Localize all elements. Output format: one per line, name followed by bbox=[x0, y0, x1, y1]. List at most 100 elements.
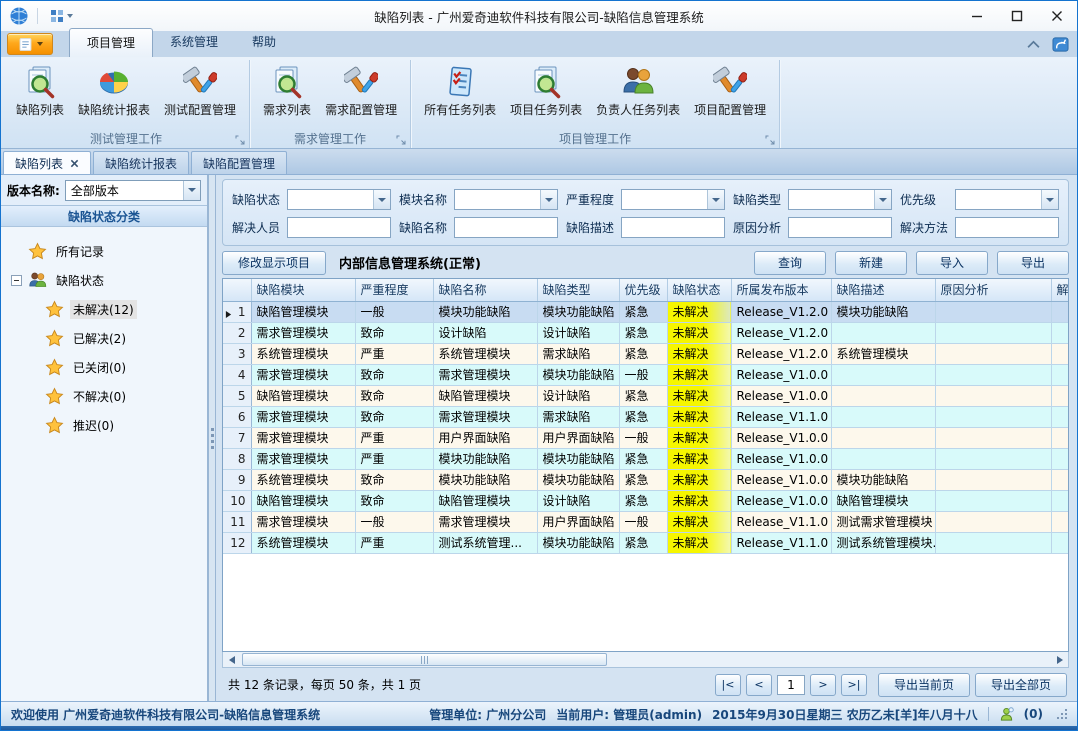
new-button[interactable]: 新建 bbox=[835, 251, 907, 275]
page-number-input[interactable] bbox=[777, 675, 805, 695]
table-row[interactable]: 4需求管理模块致命需求管理模块模块功能缺陷一般未解决Release_V1.0.0 bbox=[223, 364, 1069, 385]
prev-page-button[interactable]: < bbox=[746, 674, 772, 696]
scrollbar-track[interactable] bbox=[240, 652, 1051, 667]
query-button[interactable]: 查询 bbox=[754, 251, 826, 275]
ribbon-button[interactable]: 项目配置管理 bbox=[687, 63, 773, 120]
table-row[interactable]: 7需求管理模块严重用户界面缺陷用户界面缺陷一般未解决Release_V1.0.0 bbox=[223, 427, 1069, 448]
help-icon[interactable] bbox=[1052, 36, 1069, 53]
quick-access-dropdown-icon[interactable] bbox=[67, 14, 73, 18]
grid-column-header[interactable]: 缺陷类型 bbox=[537, 279, 619, 301]
modify-columns-button[interactable]: 修改显示项目 bbox=[222, 251, 326, 275]
grid-column-header[interactable]: 缺陷名称 bbox=[433, 279, 537, 301]
tree-node[interactable]: 已关闭(0) bbox=[11, 353, 205, 382]
grid-column-header[interactable]: 严重程度 bbox=[355, 279, 433, 301]
grid-column-header[interactable]: 解决方法 bbox=[1051, 279, 1069, 301]
maximize-button[interactable] bbox=[997, 1, 1037, 31]
filter-input[interactable] bbox=[287, 217, 391, 238]
ribbon-button[interactable]: 测试配置管理 bbox=[157, 63, 243, 120]
resize-grip[interactable] bbox=[1057, 709, 1067, 719]
filter-text-input[interactable] bbox=[956, 218, 1058, 237]
dialog-launcher-icon[interactable] bbox=[395, 134, 406, 145]
document-tab[interactable]: 缺陷列表 bbox=[3, 151, 91, 174]
export-all-pages-button[interactable]: 导出全部页 bbox=[975, 673, 1067, 697]
last-page-button[interactable]: >| bbox=[841, 674, 867, 696]
ribbon-button[interactable]: 缺陷统计报表 bbox=[71, 63, 157, 120]
document-tab[interactable]: 缺陷统计报表 bbox=[93, 151, 189, 174]
close-button[interactable] bbox=[1037, 1, 1077, 31]
grid-column-header[interactable]: 原因分析 bbox=[935, 279, 1051, 301]
table-row[interactable]: 2需求管理模块致命设计缺陷设计缺陷紧急未解决Release_V1.2.0 bbox=[223, 322, 1069, 343]
filter-text-input[interactable] bbox=[455, 218, 557, 237]
filter-text-input[interactable] bbox=[622, 190, 707, 209]
collapse-ribbon-icon[interactable] bbox=[1027, 40, 1040, 49]
ribbon-button[interactable]: 所有任务列表 bbox=[417, 63, 503, 120]
dialog-launcher-icon[interactable] bbox=[764, 134, 775, 145]
table-row[interactable]: 8需求管理模块严重模块功能缺陷模块功能缺陷紧急未解决Release_V1.0.0 bbox=[223, 448, 1069, 469]
table-row[interactable]: 1缺陷管理模块一般模块功能缺陷模块功能缺陷紧急未解决Release_V1.2.0… bbox=[223, 301, 1069, 322]
dropdown-arrow-icon[interactable] bbox=[373, 190, 390, 209]
filter-text-input[interactable] bbox=[789, 190, 874, 209]
next-page-button[interactable]: > bbox=[810, 674, 836, 696]
table-row[interactable]: 12系统管理模块严重测试系统管理...模块功能缺陷紧急未解决Release_V1… bbox=[223, 532, 1069, 553]
version-dropdown-icon[interactable] bbox=[183, 181, 200, 200]
tree-node[interactable]: 已解决(2) bbox=[11, 324, 205, 353]
filter-input[interactable] bbox=[454, 217, 558, 238]
ribbon-tab[interactable]: 系统管理 bbox=[153, 28, 235, 57]
filter-text-input[interactable] bbox=[956, 190, 1041, 209]
panel-splitter[interactable] bbox=[208, 175, 216, 701]
filter-text-input[interactable] bbox=[622, 218, 724, 237]
ribbon-tab[interactable]: 帮助 bbox=[235, 28, 293, 57]
filter-text-input[interactable] bbox=[288, 190, 373, 209]
grid-column-header[interactable]: 缺陷状态 bbox=[667, 279, 731, 301]
grid-column-header[interactable]: 所属发布版本 bbox=[731, 279, 831, 301]
first-page-button[interactable]: |< bbox=[715, 674, 741, 696]
filter-input[interactable] bbox=[955, 217, 1059, 238]
scroll-left-icon[interactable] bbox=[223, 652, 240, 667]
tree-node[interactable]: 所有记录 bbox=[11, 237, 205, 266]
filter-combo[interactable] bbox=[788, 189, 892, 210]
dialog-launcher-icon[interactable] bbox=[234, 134, 245, 145]
tree-node[interactable]: 未解决(12) bbox=[11, 295, 205, 324]
tree-node[interactable]: 不解决(0) bbox=[11, 382, 205, 411]
table-row[interactable]: 6需求管理模块致命需求管理模块需求缺陷紧急未解决Release_V1.1.0 bbox=[223, 406, 1069, 427]
ribbon-tab[interactable]: 项目管理 bbox=[69, 28, 153, 57]
dropdown-arrow-icon[interactable] bbox=[707, 190, 724, 209]
scroll-right-icon[interactable] bbox=[1051, 652, 1068, 667]
filter-combo[interactable] bbox=[454, 189, 558, 210]
messages-person-icon[interactable] bbox=[999, 707, 1014, 722]
minimize-button[interactable] bbox=[957, 1, 997, 31]
table-row[interactable]: 11需求管理模块一般需求管理模块用户界面缺陷一般未解决Release_V1.1.… bbox=[223, 511, 1069, 532]
dropdown-arrow-icon[interactable] bbox=[540, 190, 557, 209]
document-tab[interactable]: 缺陷配置管理 bbox=[191, 151, 287, 174]
tree-collapse-icon[interactable] bbox=[11, 275, 22, 286]
version-select[interactable]: 全部版本 bbox=[65, 180, 201, 201]
filter-combo[interactable] bbox=[287, 189, 391, 210]
table-row[interactable]: 3系统管理模块严重系统管理模块需求缺陷紧急未解决Release_V1.2.0系统… bbox=[223, 343, 1069, 364]
grid-column-header[interactable]: 缺陷模块 bbox=[251, 279, 355, 301]
filter-text-input[interactable] bbox=[288, 218, 390, 237]
grid-column-header[interactable]: 缺陷描述 bbox=[831, 279, 935, 301]
tab-close-icon[interactable] bbox=[70, 159, 79, 168]
export-button[interactable]: 导出 bbox=[997, 251, 1069, 275]
table-row[interactable]: 10缺陷管理模块致命缺陷管理模块设计缺陷紧急未解决Release_V1.0.0缺… bbox=[223, 490, 1069, 511]
ribbon-button[interactable]: 负责人任务列表 bbox=[589, 63, 687, 120]
grid-column-header[interactable]: 优先级 bbox=[619, 279, 667, 301]
scrollbar-thumb[interactable] bbox=[242, 653, 607, 666]
filter-combo[interactable] bbox=[621, 189, 725, 210]
filter-text-input[interactable] bbox=[789, 218, 891, 237]
quick-access-toolbar[interactable] bbox=[46, 7, 77, 25]
dropdown-arrow-icon[interactable] bbox=[1041, 190, 1058, 209]
tree-node[interactable]: 推迟(0) bbox=[11, 411, 205, 440]
filter-input[interactable] bbox=[788, 217, 892, 238]
table-row[interactable]: 5缺陷管理模块致命缺陷管理模块设计缺陷紧急未解决Release_V1.0.0 bbox=[223, 385, 1069, 406]
filter-input[interactable] bbox=[621, 217, 725, 238]
filter-text-input[interactable] bbox=[455, 190, 540, 209]
ribbon-button[interactable]: 缺陷列表 bbox=[9, 63, 71, 120]
import-button[interactable]: 导入 bbox=[916, 251, 988, 275]
ribbon-button[interactable]: 需求列表 bbox=[256, 63, 318, 120]
table-row[interactable]: 9系统管理模块致命模块功能缺陷模块功能缺陷紧急未解决Release_V1.0.0… bbox=[223, 469, 1069, 490]
dropdown-arrow-icon[interactable] bbox=[874, 190, 891, 209]
ribbon-button[interactable]: 需求配置管理 bbox=[318, 63, 404, 120]
filter-combo[interactable] bbox=[955, 189, 1059, 210]
export-current-page-button[interactable]: 导出当前页 bbox=[878, 673, 970, 697]
